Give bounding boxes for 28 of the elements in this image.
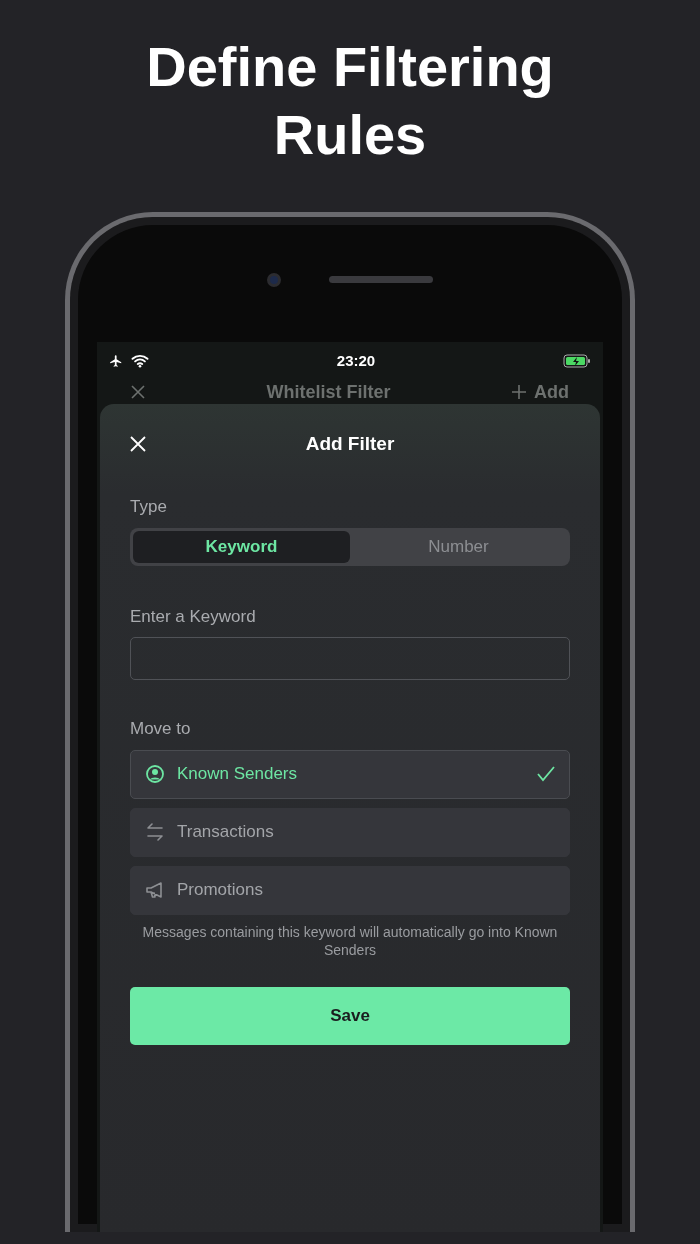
headline: Define Filtering Rules [145, 34, 555, 168]
camera-icon [267, 272, 281, 287]
wifi-icon [131, 354, 149, 368]
person-icon [145, 764, 165, 784]
segment-tab[interactable]: Keyword [133, 530, 350, 563]
plus-icon [512, 385, 526, 399]
close-button[interactable] [130, 436, 146, 452]
field-label: Type [130, 496, 168, 518]
helper-text: Messages containing this keyword will automatically go into Known Senders [141, 922, 559, 959]
destination-option[interactable]: Promotions [130, 865, 570, 915]
screen-title: Whitelist Filter [266, 380, 391, 404]
segment-tab[interactable]: Number [350, 530, 567, 563]
airplane-icon [109, 354, 123, 368]
status-time: 23:20 [336, 350, 376, 371]
field-label: Move to [130, 718, 192, 740]
close-icon [131, 385, 145, 399]
battery-icon [563, 354, 591, 368]
field-label: Enter a Keyword [130, 605, 257, 628]
megaphone-icon [145, 880, 165, 900]
add-button[interactable]: Add [512, 380, 569, 404]
sheet-title: Add Filter [305, 431, 395, 456]
swap-arrows-icon [145, 822, 165, 842]
speaker-icon [329, 276, 433, 283]
destination-option[interactable]: Transactions [130, 807, 570, 857]
save-button[interactable]: Save [130, 986, 570, 1045]
destination-option[interactable]: Known Senders [130, 749, 570, 799]
checkmark-icon [537, 766, 555, 782]
keyword-input-field[interactable] [130, 637, 570, 680]
